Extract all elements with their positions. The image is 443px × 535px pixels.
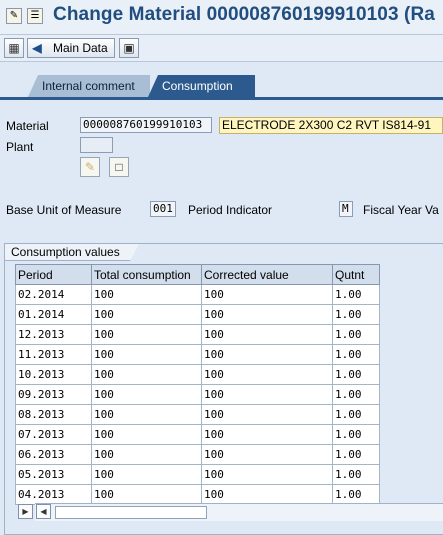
display-change-icon[interactable]: ✎	[6, 8, 22, 24]
consumption-table: Period Total consumption Corrected value…	[15, 264, 380, 505]
attachment-icon: ✎	[84, 160, 96, 174]
main-data-button[interactable]: ◀ Main Data	[27, 38, 115, 58]
column-header-qutnt[interactable]: Qutnt	[332, 264, 380, 285]
cell-qutnt[interactable]: 1.00	[332, 304, 380, 325]
cell-total-consumption: 100	[91, 304, 202, 325]
table-row: 11.2013 100 100 1.00	[15, 344, 380, 365]
cell-corrected-value[interactable]: 100	[201, 444, 333, 465]
page-title: Change Material 000008760199910103 (Ra	[53, 4, 435, 25]
cell-qutnt[interactable]: 1.00	[332, 404, 380, 425]
table-row: 08.2013 100 100 1.00	[15, 404, 380, 425]
cell-corrected-value[interactable]: 100	[201, 364, 333, 385]
table-row: 02.2014 100 100 1.00	[15, 284, 380, 305]
cell-total-consumption: 100	[91, 364, 202, 385]
menu-icon[interactable]: ☰	[27, 8, 43, 24]
document-button[interactable]: □	[109, 157, 129, 177]
cell-qutnt[interactable]: 1.00	[332, 464, 380, 485]
column-header-period[interactable]: Period	[15, 264, 92, 285]
cell-period: 06.2013	[15, 444, 92, 465]
lock-button[interactable]: ▣	[119, 38, 139, 58]
cell-total-consumption: 100	[91, 324, 202, 345]
horizontal-scrollbar[interactable]: ◀	[35, 503, 443, 521]
table-header-row: Period Total consumption Corrected value…	[15, 264, 380, 285]
cell-period: 02.2014	[15, 284, 92, 305]
cell-corrected-value[interactable]: 100	[201, 344, 333, 365]
scroll-left-icon[interactable]: ◀	[36, 504, 51, 519]
cell-period: 07.2013	[15, 424, 92, 445]
cell-qutnt[interactable]: 1.00	[332, 424, 380, 445]
column-header-total-consumption[interactable]: Total consumption	[91, 264, 202, 285]
title-bar: ✎ ☰ Change Material 000008760199910103 (…	[0, 0, 443, 35]
cell-total-consumption: 100	[91, 284, 202, 305]
cell-total-consumption: 100	[91, 484, 202, 505]
cell-qutnt[interactable]: 1.00	[332, 484, 380, 505]
base-unit-field[interactable]: 001	[150, 201, 176, 217]
cell-qutnt[interactable]: 1.00	[332, 284, 380, 305]
attachment-button[interactable]: ✎	[80, 157, 100, 177]
period-indicator-label: Period Indicator	[188, 203, 273, 217]
cell-period: 05.2013	[15, 464, 92, 485]
cell-corrected-value[interactable]: 100	[201, 464, 333, 485]
cell-total-consumption: 100	[91, 384, 202, 405]
scrollbar-thumb[interactable]	[55, 506, 207, 519]
material-number-field[interactable]: 000008760199910103	[80, 117, 212, 133]
table-row: 07.2013 100 100 1.00	[15, 424, 380, 445]
other-material-icon: ▦	[8, 41, 20, 55]
cell-period: 10.2013	[15, 364, 92, 385]
consumption-table-body: 02.2014 100 100 1.00 01.2014 100 100 1.00 12.201…	[15, 284, 380, 505]
cell-total-consumption: 100	[91, 344, 202, 365]
cell-period: 09.2013	[15, 384, 92, 405]
back-arrow-icon: ◀	[32, 41, 42, 55]
cell-period: 12.2013	[15, 324, 92, 345]
consumption-values-title: Consumption values	[5, 244, 139, 261]
cell-total-consumption: 100	[91, 444, 202, 465]
other-material-button[interactable]: ▦	[4, 38, 24, 58]
tab-underline	[0, 97, 443, 100]
table-row: 05.2013 100 100 1.00	[15, 464, 380, 485]
plant-field[interactable]	[80, 137, 113, 153]
table-row: 12.2013 100 100 1.00	[15, 324, 380, 345]
main-data-label: Main Data	[53, 41, 108, 55]
column-header-corrected-value[interactable]: Corrected value	[201, 264, 333, 285]
cell-qutnt[interactable]: 1.00	[332, 364, 380, 385]
plant-label: Plant	[6, 140, 34, 154]
table-row: 10.2013 100 100 1.00	[15, 364, 380, 385]
cell-corrected-value[interactable]: 100	[201, 484, 333, 505]
cell-period: 08.2013	[15, 404, 92, 425]
cell-total-consumption: 100	[91, 464, 202, 485]
application-toolbar: ▦ ◀ Main Data ▣	[0, 35, 443, 62]
table-row: 09.2013 100 100 1.00	[15, 384, 380, 405]
cell-corrected-value[interactable]: 100	[201, 324, 333, 345]
cell-period: 04.2013	[15, 484, 92, 505]
material-label: Material	[6, 119, 49, 133]
cell-corrected-value[interactable]: 100	[201, 384, 333, 405]
cell-qutnt[interactable]: 1.00	[332, 444, 380, 465]
cell-total-consumption: 100	[91, 424, 202, 445]
lock-icon: ▣	[123, 41, 135, 55]
period-indicator-field[interactable]: M	[339, 201, 353, 217]
cell-corrected-value[interactable]: 100	[201, 304, 333, 325]
scroll-right-icon[interactable]: ▶	[18, 504, 33, 519]
cell-corrected-value[interactable]: 100	[201, 284, 333, 305]
cell-qutnt[interactable]: 1.00	[332, 384, 380, 405]
cell-qutnt[interactable]: 1.00	[332, 344, 380, 365]
cell-period: 01.2014	[15, 304, 92, 325]
table-row: 06.2013 100 100 1.00	[15, 444, 380, 465]
table-row: 04.2013 100 100 1.00	[15, 484, 380, 505]
cell-qutnt[interactable]: 1.00	[332, 324, 380, 345]
cell-period: 11.2013	[15, 344, 92, 365]
material-description-field[interactable]: ELECTRODE 2X300 C2 RVT IS814-91	[219, 117, 443, 134]
table-row: 01.2014 100 100 1.00	[15, 304, 380, 325]
tab-consumption[interactable]: Consumption	[148, 75, 255, 97]
cell-corrected-value[interactable]: 100	[201, 424, 333, 445]
cell-total-consumption: 100	[91, 404, 202, 425]
fiscal-year-variant-label: Fiscal Year Va	[363, 203, 439, 217]
tab-internal-comment[interactable]: Internal comment	[28, 75, 150, 97]
base-unit-label: Base Unit of Measure	[6, 203, 122, 217]
tab-strip: Internal comment Consumption	[0, 62, 443, 98]
cell-corrected-value[interactable]: 100	[201, 404, 333, 425]
document-icon: □	[115, 160, 123, 174]
